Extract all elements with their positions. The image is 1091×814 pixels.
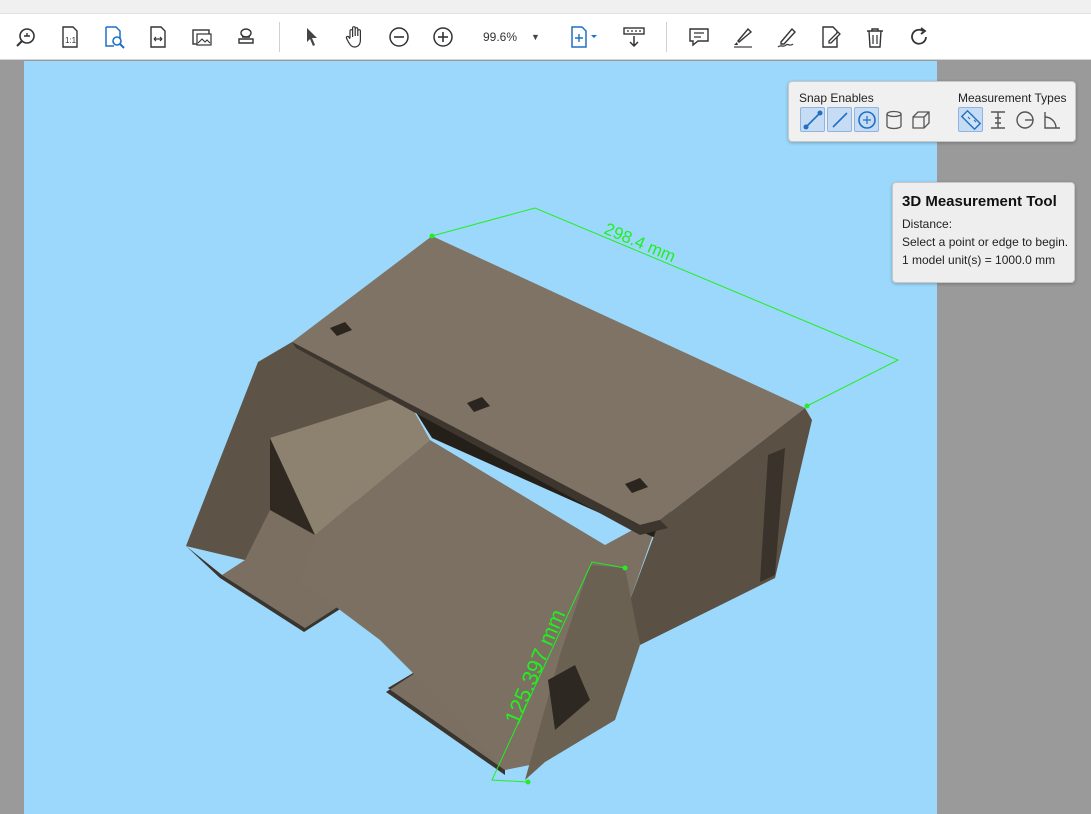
perpendicular-dimension-icon[interactable]: [985, 107, 1010, 132]
snap-edge-icon[interactable]: [827, 107, 852, 132]
export-image-icon[interactable]: [187, 22, 217, 52]
tooltip-mode: Distance:: [902, 217, 953, 231]
ruler-icon[interactable]: [958, 107, 983, 132]
actual-size-icon[interactable]: 1:1: [55, 22, 85, 52]
scroll-mode-icon[interactable]: [619, 22, 649, 52]
stamp-icon[interactable]: [231, 22, 261, 52]
fit-width-icon[interactable]: [143, 22, 173, 52]
zoom-level-value: 99.6%: [482, 30, 518, 44]
fill-sign-icon[interactable]: [816, 22, 846, 52]
radial-dimension-icon[interactable]: [1012, 107, 1037, 132]
measurement-info-tooltip: 3D Measurement Tool Distance: Select a p…: [892, 182, 1075, 283]
sign-pen-icon[interactable]: [772, 22, 802, 52]
toolbar-separator: [279, 22, 280, 52]
fit-page-icon[interactable]: [564, 22, 604, 52]
snap-cylinder-icon[interactable]: [881, 107, 906, 132]
pointer-arrow-icon[interactable]: [296, 22, 326, 52]
measurement-toolbar: Snap Enables Measurement Types: [788, 81, 1076, 142]
highlighter-icon[interactable]: [728, 22, 758, 52]
main-toolbar: 1:1 99.6% ▼: [0, 14, 1091, 60]
page-margin-left: [0, 61, 24, 814]
find-document-icon[interactable]: [99, 22, 129, 52]
3d-viewport[interactable]: 298.4 mm 125.397 mm: [24, 61, 937, 814]
tooltip-title: 3D Measurement Tool: [902, 193, 1057, 210]
zoom-search-icon[interactable]: [11, 22, 41, 52]
svg-text:1:1: 1:1: [65, 36, 77, 45]
trash-icon[interactable]: [860, 22, 890, 52]
toolbar-separator: [666, 22, 667, 52]
measurement-types-label: Measurement Types: [958, 91, 1067, 105]
snap-enables-label: Snap Enables: [799, 91, 874, 105]
rotate-icon[interactable]: [904, 22, 934, 52]
zoom-level-dropdown[interactable]: 99.6% ▼: [475, 25, 547, 49]
snap-plane-icon[interactable]: [908, 107, 933, 132]
tooltip-instruction: Select a point or edge to begin.: [902, 235, 1069, 249]
title-strip: [0, 0, 1091, 14]
tooltip-scale: 1 model unit(s) = 1000.0 mm: [902, 253, 1056, 267]
chevron-down-icon: ▼: [531, 32, 540, 42]
snap-edge-endpoint-icon[interactable]: [800, 107, 825, 132]
page-margin-right: [937, 61, 1091, 814]
3d-model-scene[interactable]: 298.4 mm 125.397 mm: [24, 61, 937, 814]
snap-radial-icon[interactable]: [854, 107, 879, 132]
zoom-in-icon[interactable]: [428, 22, 458, 52]
hand-icon[interactable]: [340, 22, 370, 52]
angle-dimension-icon[interactable]: [1039, 107, 1064, 132]
dimension-top-label: 298.4 mm: [601, 219, 678, 266]
comment-icon[interactable]: [684, 22, 714, 52]
zoom-out-icon[interactable]: [384, 22, 414, 52]
